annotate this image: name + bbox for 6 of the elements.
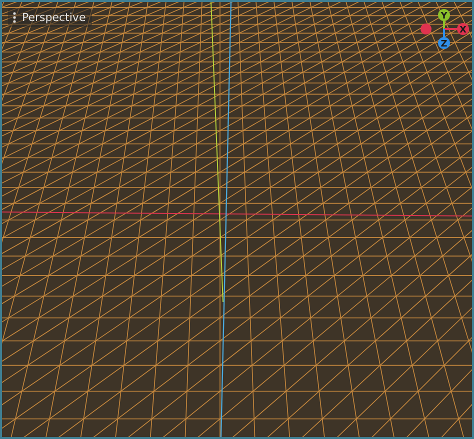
negative-axis-icon[interactable] bbox=[420, 24, 432, 34]
kebab-menu-icon bbox=[13, 12, 16, 23]
axis-handle[interactable]: Y bbox=[438, 9, 450, 22]
axis-handle[interactable]: X bbox=[457, 23, 469, 36]
view-menu-button[interactable]: Perspective bbox=[8, 8, 92, 27]
axis-handle[interactable]: Z bbox=[438, 37, 450, 50]
